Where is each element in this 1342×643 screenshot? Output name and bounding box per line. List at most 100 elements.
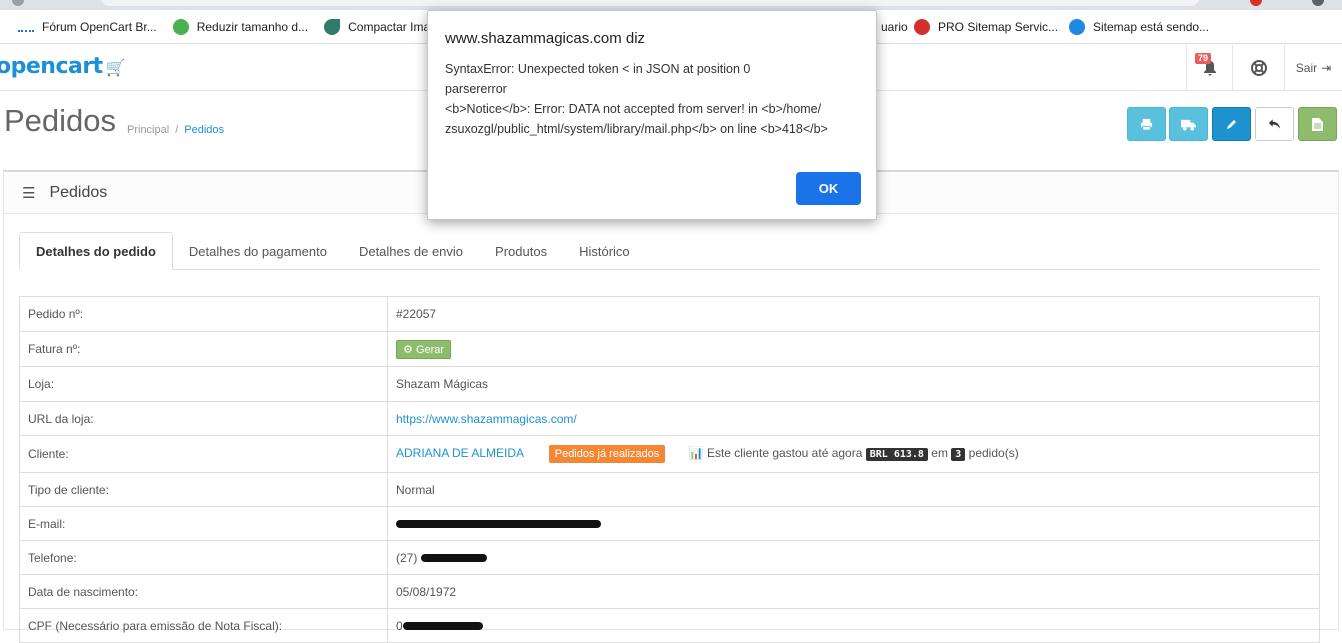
redacted-email	[396, 520, 601, 529]
cart-icon: 🛒	[105, 58, 126, 77]
generate-label: Gerar	[415, 343, 445, 356]
sitemap-icon	[914, 18, 930, 35]
bookmark-label: Fórum OpenCart Br...	[42, 19, 157, 34]
export-button[interactable]	[1298, 107, 1337, 141]
customer-name-link[interactable]: ADRIANA DE ALMEIDA	[396, 446, 523, 460]
truck-icon	[1181, 119, 1196, 131]
customer-orders-button[interactable]: Pedidos já realizados	[548, 445, 666, 463]
order-id-value: #22057	[387, 296, 1320, 332]
file-icon	[1312, 117, 1323, 131]
customer-type-label: Tipo de cliente:	[19, 472, 388, 507]
birthdate-value: 05/08/1972	[387, 574, 1320, 609]
email-label: E-mail:	[19, 506, 388, 541]
breadcrumb-orders[interactable]: Pedidos	[184, 124, 224, 136]
customer-type-value: Normal	[387, 472, 1320, 507]
spent-amount: BRL 613.8	[865, 448, 928, 461]
logo-text: opencart	[0, 54, 103, 79]
bookmark-label: Sitemap está sendo...	[1093, 19, 1210, 34]
leaf-icon	[324, 18, 341, 35]
email-cell	[387, 506, 1320, 541]
store-url-link[interactable]: https://www.shazammagicas.com/	[396, 412, 577, 426]
dialog-message: SyntaxError: Unexpected token < in JSON …	[445, 62, 828, 136]
panel-title: Pedidos	[49, 183, 108, 201]
table-row: Fatura nº: ⚙ Gerar	[19, 331, 1320, 367]
store-label: Loja:	[19, 366, 388, 402]
print-icon	[1140, 118, 1153, 131]
orders-panel: ☰ Pedidos Detalhes do pedido Detalhes do…	[3, 170, 1339, 643]
table-row: CPF (Necessário para emissão de Nota Fis…	[19, 608, 1320, 643]
bookmark-label: Reduzir tamanho d...	[196, 19, 309, 34]
bookmark-label: PRO Sitemap Servic...	[938, 19, 1059, 34]
table-row: Tipo de cliente: Normal	[19, 472, 1320, 507]
redacted-cpf	[402, 622, 483, 631]
cpf-label: CPF (Necessário para emissão de Nota Fis…	[19, 608, 388, 643]
edit-button[interactable]	[1212, 107, 1251, 141]
bookmark-label: Compactar Imag	[348, 19, 437, 34]
order-tabs: Detalhes do pedido Detalhes do pagamento…	[19, 232, 1319, 270]
back-button[interactable]	[1255, 107, 1294, 141]
bookmark-compactar-imagem[interactable]: Compactar Imag	[316, 10, 445, 44]
list-icon: ☰	[22, 184, 36, 202]
tab-history[interactable]: Histórico	[563, 232, 646, 270]
dialog-title: www.shazammagicas.com diz	[445, 30, 646, 47]
table-row: Pedido nº: #22057	[19, 296, 1320, 332]
table-row: Data de nascimento: 05/08/1972	[19, 574, 1320, 609]
store-url-cell: https://www.shazammagicas.com/	[387, 401, 1320, 436]
help-button[interactable]	[1232, 45, 1284, 91]
tab-order-details[interactable]: Detalhes do pedido	[19, 232, 173, 270]
notification-count-badge: 79	[1195, 53, 1212, 64]
tab-payment-details[interactable]: Detalhes do pagamento	[173, 232, 343, 270]
breadcrumb-home[interactable]: Principal	[127, 124, 169, 136]
notifications-button[interactable]: 79	[1186, 45, 1232, 91]
table-row: Telefone: (27)	[19, 540, 1320, 575]
birthdate-label: Data de nascimento:	[19, 574, 388, 609]
network-icon	[1069, 18, 1085, 35]
table-row: E-mail:	[19, 506, 1320, 541]
browser-tab-strip	[0, 0, 1342, 10]
table-row: Cliente: ADRIANA DE ALMEIDA Pedidos já r…	[19, 435, 1320, 473]
cpf-prefix: 0	[396, 618, 403, 633]
address-bar[interactable]	[100, 0, 1200, 6]
phone-prefix: (27)	[396, 550, 418, 565]
logout-label: Sair	[1295, 61, 1318, 75]
extension-icon[interactable]	[1250, 0, 1262, 6]
customer-cell: ADRIANA DE ALMEIDA Pedidos já realizados…	[387, 435, 1320, 473]
bar-chart-icon: 📊	[688, 446, 704, 460]
print-shipping-button[interactable]	[1169, 107, 1208, 141]
table-row: URL da loja: https://www.shazammagicas.c…	[19, 401, 1320, 436]
cog-icon: ⚙	[403, 343, 413, 356]
phone-label: Telefone:	[19, 540, 388, 575]
table-row: Loja: Shazam Mágicas	[19, 366, 1320, 402]
breadcrumb: Principal / Pedidos	[127, 124, 225, 136]
order-details-table: Pedido nº: #22057 Fatura nº: ⚙ Gerar Loj…	[19, 296, 1320, 643]
store-value: Shazam Mágicas	[387, 366, 1320, 402]
bookmark-pro-sitemap[interactable]: PRO Sitemap Servic...	[906, 10, 1066, 44]
order-id-label: Pedido nº:	[19, 296, 388, 332]
image-tool-icon	[172, 18, 189, 35]
reload-icon[interactable]	[12, 0, 24, 6]
sign-out-icon: ⇥	[1321, 61, 1332, 75]
bookmark-reduzir-tamanho[interactable]: Reduzir tamanho d...	[165, 10, 316, 44]
redacted-phone	[420, 554, 487, 563]
store-url-label: URL da loja:	[19, 401, 388, 436]
page-title: Pedidos	[4, 103, 117, 138]
profile-avatar[interactable]	[1312, 0, 1324, 6]
alert-dialog: www.shazammagicas.com diz SyntaxError: U…	[427, 10, 877, 220]
logout-button[interactable]: Sair ⇥	[1284, 45, 1342, 91]
cpf-cell: 0	[387, 608, 1320, 643]
customer-spent-text: Este cliente gastou até agora	[706, 446, 863, 460]
reply-icon	[1268, 119, 1281, 129]
bookmark-sitemap-sendo[interactable]: Sitemap está sendo...	[1061, 10, 1217, 44]
invoice-label: Fatura nº:	[19, 331, 388, 367]
bookmark-forum-opencart[interactable]: Fórum OpenCart Br...	[10, 10, 165, 44]
customer-label: Cliente:	[19, 435, 388, 473]
opencart-logo[interactable]: opencart 🛒	[0, 54, 126, 79]
tab-products[interactable]: Produtos	[479, 232, 563, 270]
invoice-cell: ⚙ Gerar	[387, 331, 1320, 367]
pencil-icon	[1226, 120, 1236, 129]
tab-shipping-details[interactable]: Detalhes de envio	[343, 232, 479, 270]
ok-button[interactable]: OK	[796, 172, 861, 205]
print-invoice-button[interactable]	[1127, 107, 1166, 141]
phone-cell: (27)	[387, 540, 1320, 575]
generate-invoice-button[interactable]: ⚙ Gerar	[396, 339, 452, 359]
